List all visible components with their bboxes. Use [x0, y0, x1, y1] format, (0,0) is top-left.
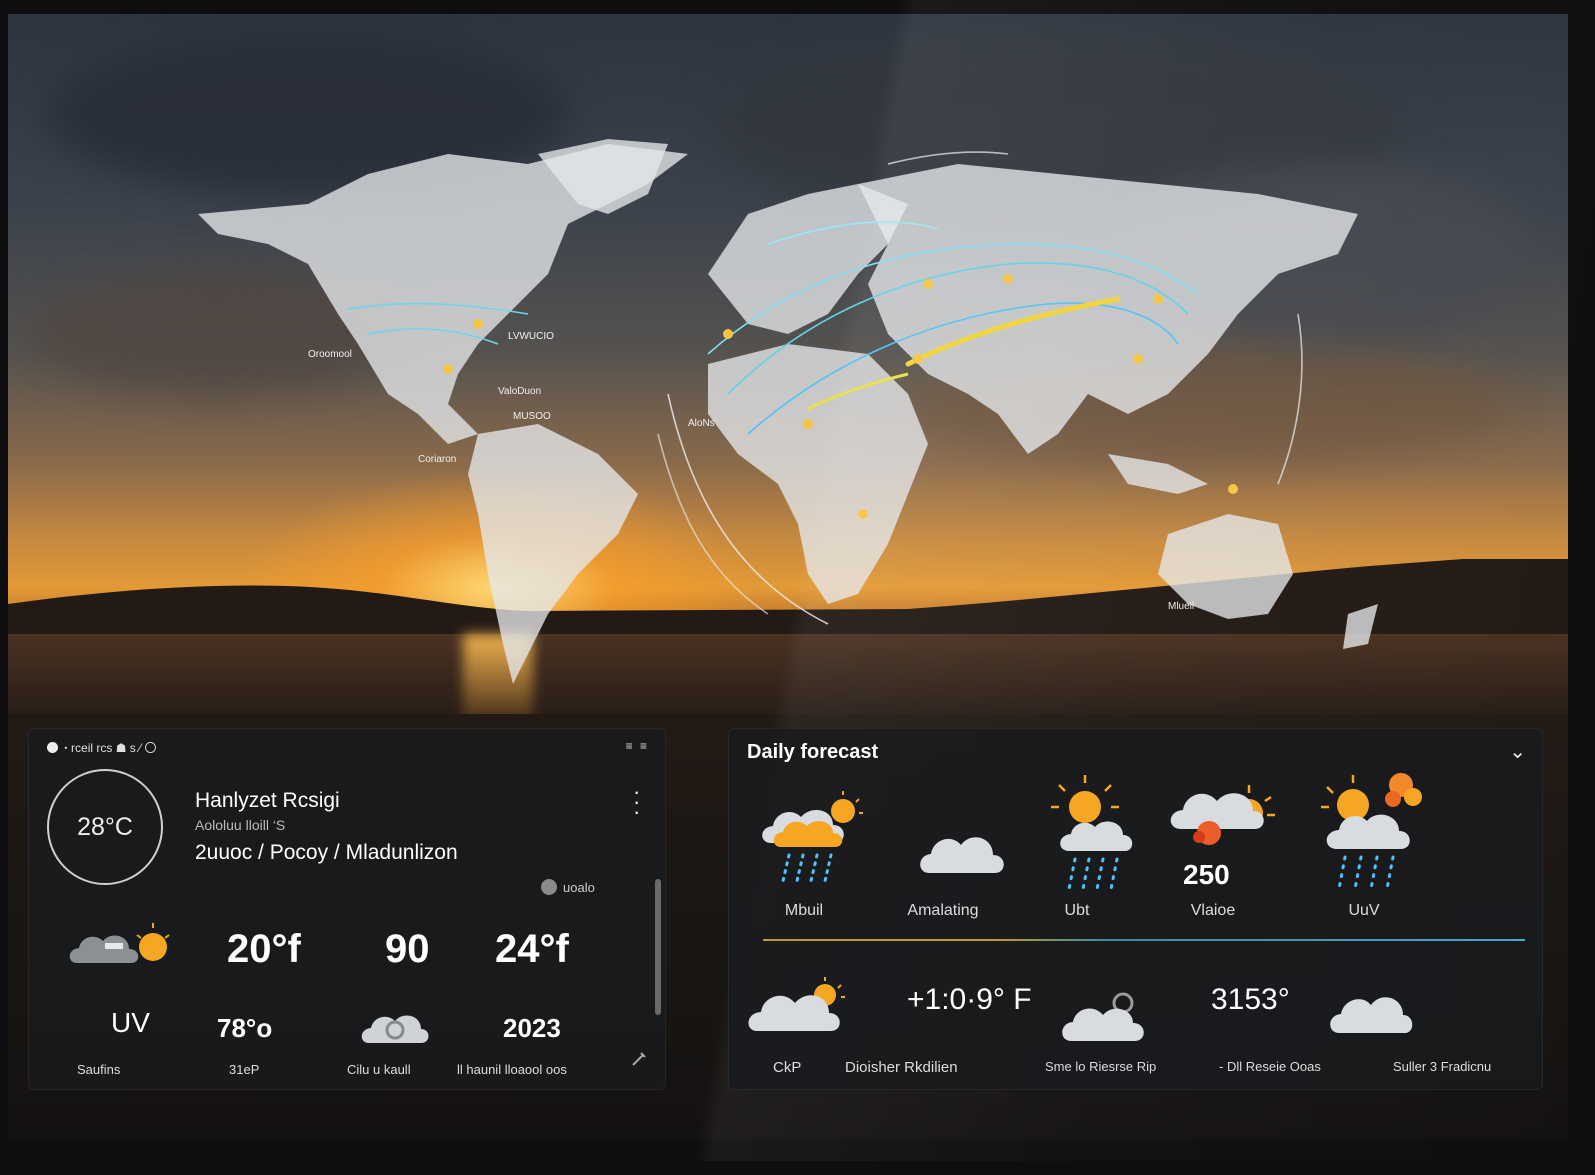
- toggle-label: uoalo: [563, 879, 595, 895]
- status-icon: [47, 742, 58, 753]
- units-toggle[interactable]: uoalo: [541, 879, 595, 895]
- bottom-temperature-left: +1:0·9° F: [907, 983, 1032, 1016]
- more-options-icon[interactable]: · · ·: [633, 781, 640, 823]
- world-weather-map: Oroomool LVWUCIO ValoDuon MUSOO Coriaron…: [198, 139, 1378, 684]
- status-bar: ꞏ rceil rcs ☗ s ⁄ 〇: [47, 739, 156, 756]
- map-label: AloNs: [688, 418, 715, 429]
- percentage-value: 78°o: [217, 1013, 273, 1043]
- rain-sun-cloud-icon: [762, 791, 863, 883]
- partly-sunny-cloud-icon: [748, 977, 845, 1031]
- map-label: Oroomool: [308, 349, 352, 360]
- current-temperature: 28°C: [77, 812, 133, 841]
- forecast-footer-label: Dioisher Rkdilien: [845, 1059, 958, 1076]
- storm-sun-cloud-icon: [1170, 785, 1275, 845]
- footer-label: ll haunil lloaool oos: [457, 1062, 567, 1077]
- forecast-footer-label: Suller 3 Fradicnu: [1393, 1059, 1492, 1074]
- sun-rain-cloud-icon: [1321, 773, 1422, 891]
- location-subtitle: Aololuu lloill ‘S: [195, 817, 286, 833]
- forecast-day-label: Vlaioe: [1190, 902, 1236, 919]
- cloud-icon: [361, 1015, 429, 1043]
- south-america-shape: [468, 424, 638, 684]
- current-conditions-panel: ꞏ rceil rcs ☗ s ⁄ 〇 ≡ ≡ 28°C Hanlyzet Rc…: [28, 728, 666, 1090]
- forecast-footer-label: Sme lo Riesrse Rip: [1045, 1059, 1157, 1074]
- cloud-icon: [920, 837, 1004, 873]
- map-label: Coriaron: [418, 454, 456, 465]
- bottom-temperature-right: 3153°: [1211, 983, 1290, 1016]
- forecast-title: Daily forecast: [747, 741, 879, 763]
- map-label: MUSOO: [513, 411, 551, 422]
- map-label: ValoDuon: [498, 386, 541, 397]
- forecast-footer-label: - Dll Reseie Ooas: [1219, 1059, 1321, 1074]
- uv-label: UV: [111, 1007, 150, 1038]
- forecast-day-label: UuV: [1348, 902, 1380, 919]
- year-value: 2023: [503, 1013, 561, 1043]
- forecast-day-label: Ubt: [1064, 902, 1090, 919]
- asia-shape: [858, 164, 1358, 454]
- high-temperature: 24°f: [495, 927, 569, 971]
- temperature-ring: 28°C: [47, 769, 163, 885]
- menu-icon[interactable]: ≡ ≡: [626, 739, 649, 753]
- location-title: Hanlyzet Rcsigi: [195, 789, 340, 812]
- forecast-day-label: Amalating: [907, 902, 979, 919]
- settings-icon[interactable]: [629, 1049, 649, 1069]
- scrollbar[interactable]: [655, 879, 661, 1015]
- status-text: ꞏ rceil rcs ☗ s ⁄ 〇: [64, 741, 157, 755]
- cloud-icon: [1330, 997, 1413, 1033]
- map-label: LVWUCIO: [508, 331, 554, 342]
- forecast-day-label: Mbuil: [784, 902, 824, 919]
- cloud-icon: [1062, 992, 1144, 1041]
- toggle-knob[interactable]: [541, 879, 557, 895]
- low-temperature: 20°f: [227, 927, 301, 971]
- partly-sunny-cloud-icon: [69, 923, 170, 963]
- humidity-value: 90: [385, 927, 430, 971]
- chevron-down-icon[interactable]: ⌄: [1509, 739, 1526, 764]
- conditions-text: 2uuoc / Pocoy / Mladunlizon: [195, 841, 458, 864]
- sun-rain-cloud-icon: [1051, 775, 1133, 891]
- footer-label: 31eP: [229, 1062, 260, 1077]
- africa-shape: [708, 344, 928, 604]
- forecast-value: 250: [1183, 859, 1230, 890]
- footer-label: Cilu u kaull: [347, 1062, 411, 1077]
- forecast-footer-label: CkP: [773, 1059, 802, 1076]
- footer-label: Saufins: [77, 1062, 121, 1077]
- daily-forecast-panel: Daily forecast ⌄ Mbuil Amalating Ubt 250…: [728, 728, 1543, 1090]
- map-label: Mluell: [1168, 601, 1194, 612]
- forecast-divider: [763, 939, 1525, 941]
